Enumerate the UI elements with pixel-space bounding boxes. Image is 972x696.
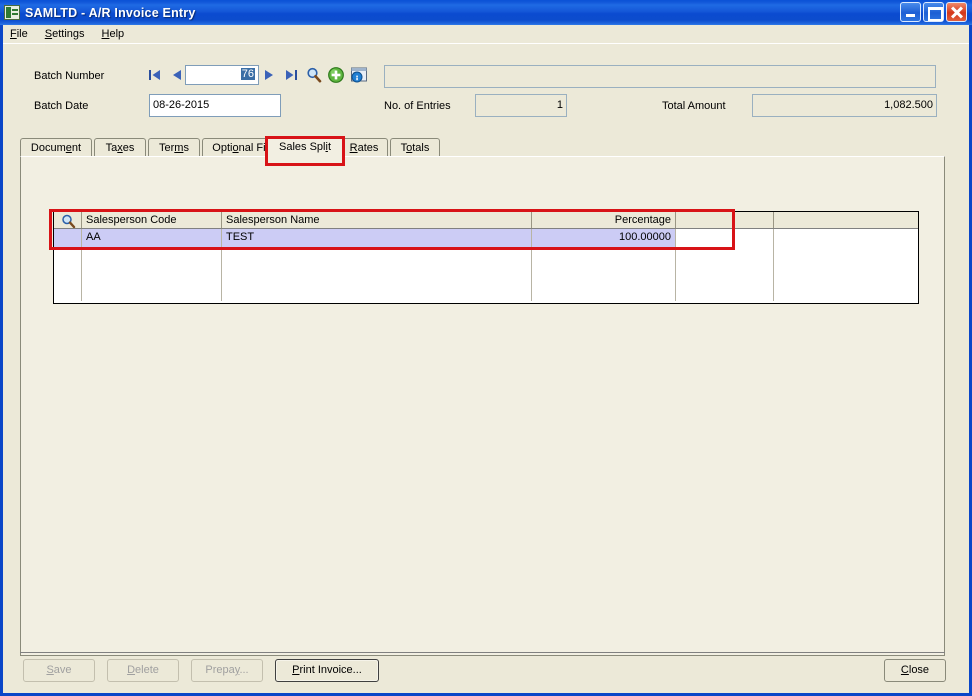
- maximize-button[interactable]: [923, 2, 944, 22]
- batch-finder-magnifier-icon[interactable]: [305, 66, 323, 84]
- new-batch-icon[interactable]: [327, 66, 345, 84]
- window-controls: [900, 2, 967, 22]
- application-icon: [4, 5, 20, 20]
- last-record-button[interactable]: [283, 67, 299, 83]
- batch-number-input[interactable]: 76: [185, 65, 259, 85]
- cell-salesperson-name[interactable]: [222, 247, 532, 265]
- menu-bar: File Settings Help: [3, 25, 969, 43]
- batch-number-label: Batch Number: [34, 70, 105, 82]
- total-amount-label: Total Amount: [662, 100, 726, 112]
- entries-count-value: 1: [475, 94, 567, 117]
- table-row[interactable]: [54, 265, 918, 283]
- cell-percentage[interactable]: [532, 283, 676, 301]
- row-indicator: [54, 229, 82, 247]
- client-area: Batch Number 76 Batch Date 08-26-2015 No…: [3, 43, 969, 693]
- cell-salesperson-code[interactable]: [82, 265, 222, 283]
- first-record-button[interactable]: [147, 67, 163, 83]
- cell-spacer-1: [676, 265, 774, 283]
- close-button[interactable]: Close: [884, 659, 946, 682]
- tab-totals[interactable]: Totals: [390, 138, 440, 157]
- row-indicator: [54, 283, 82, 301]
- grid-finder-magnifier-icon[interactable]: [54, 212, 82, 228]
- menu-file[interactable]: File: [10, 27, 36, 41]
- menu-help[interactable]: Help: [102, 27, 133, 41]
- tab-rates[interactable]: Rates: [340, 138, 388, 157]
- column-header-spacer-2: [774, 212, 918, 228]
- table-row[interactable]: AA TEST 100.00000: [54, 229, 918, 247]
- close-window-button[interactable]: [946, 2, 967, 22]
- salesperson-grid[interactable]: Salesperson Code Salesperson Name Percen…: [53, 211, 919, 304]
- table-row[interactable]: [54, 247, 918, 265]
- cell-spacer-1: [676, 283, 774, 301]
- cell-percentage[interactable]: [532, 265, 676, 283]
- cell-spacer-2: [774, 247, 918, 265]
- column-header-percentage[interactable]: Percentage: [532, 212, 676, 228]
- cell-salesperson-code[interactable]: [82, 247, 222, 265]
- tab-taxes[interactable]: Taxes: [94, 138, 146, 157]
- tab-terms[interactable]: Terms: [148, 138, 200, 157]
- cell-percentage[interactable]: 100.00000: [532, 229, 676, 247]
- prepay-button[interactable]: Prepay...: [191, 659, 263, 682]
- batch-info-icon[interactable]: [350, 66, 368, 84]
- cell-salesperson-name[interactable]: TEST: [222, 229, 532, 247]
- batch-date-label: Batch Date: [34, 100, 89, 112]
- minimize-button[interactable]: [900, 2, 921, 22]
- sales-split-panel: Salesperson Code Salesperson Name Percen…: [20, 156, 945, 656]
- cell-spacer-2: [774, 229, 918, 247]
- column-header-salesperson-name[interactable]: Salesperson Name: [222, 212, 532, 228]
- cell-percentage[interactable]: [532, 247, 676, 265]
- column-header-salesperson-code[interactable]: Salesperson Code: [82, 212, 222, 228]
- previous-record-button[interactable]: [169, 67, 185, 83]
- application-window: SAMLTD - A/R Invoice Entry File Settings…: [0, 0, 972, 696]
- batch-date-input[interactable]: 08-26-2015: [149, 94, 281, 117]
- print-invoice-button[interactable]: Print Invoice...: [275, 659, 379, 682]
- tab-sales-split[interactable]: Sales Split: [266, 136, 344, 159]
- tab-strip: Document Taxes Terms Optional Fields Sal…: [20, 136, 945, 159]
- cell-spacer-1: [676, 247, 774, 265]
- next-record-button[interactable]: [261, 67, 277, 83]
- cell-salesperson-code[interactable]: AA: [82, 229, 222, 247]
- row-indicator: [54, 265, 82, 283]
- total-amount-value: 1,082.500: [752, 94, 937, 117]
- menu-settings[interactable]: Settings: [45, 27, 93, 41]
- window-title: SAMLTD - A/R Invoice Entry: [25, 5, 196, 20]
- batch-description-field[interactable]: [384, 65, 936, 88]
- cell-spacer-2: [774, 265, 918, 283]
- cell-salesperson-name[interactable]: [222, 283, 532, 301]
- batch-number-value: 76: [240, 68, 255, 80]
- column-header-spacer-1: [676, 212, 774, 228]
- cell-spacer-1: [676, 229, 774, 247]
- save-button[interactable]: Save: [23, 659, 95, 682]
- entries-count-label: No. of Entries: [384, 100, 451, 112]
- title-bar: SAMLTD - A/R Invoice Entry: [0, 0, 972, 25]
- cell-spacer-2: [774, 283, 918, 301]
- cell-salesperson-code[interactable]: [82, 283, 222, 301]
- cell-salesperson-name[interactable]: [222, 265, 532, 283]
- grid-header-row: Salesperson Code Salesperson Name Percen…: [54, 212, 918, 229]
- tab-document[interactable]: Document: [20, 138, 92, 157]
- row-indicator: [54, 247, 82, 265]
- delete-button[interactable]: Delete: [107, 659, 179, 682]
- table-row[interactable]: [54, 283, 918, 301]
- footer-separator: [20, 652, 945, 653]
